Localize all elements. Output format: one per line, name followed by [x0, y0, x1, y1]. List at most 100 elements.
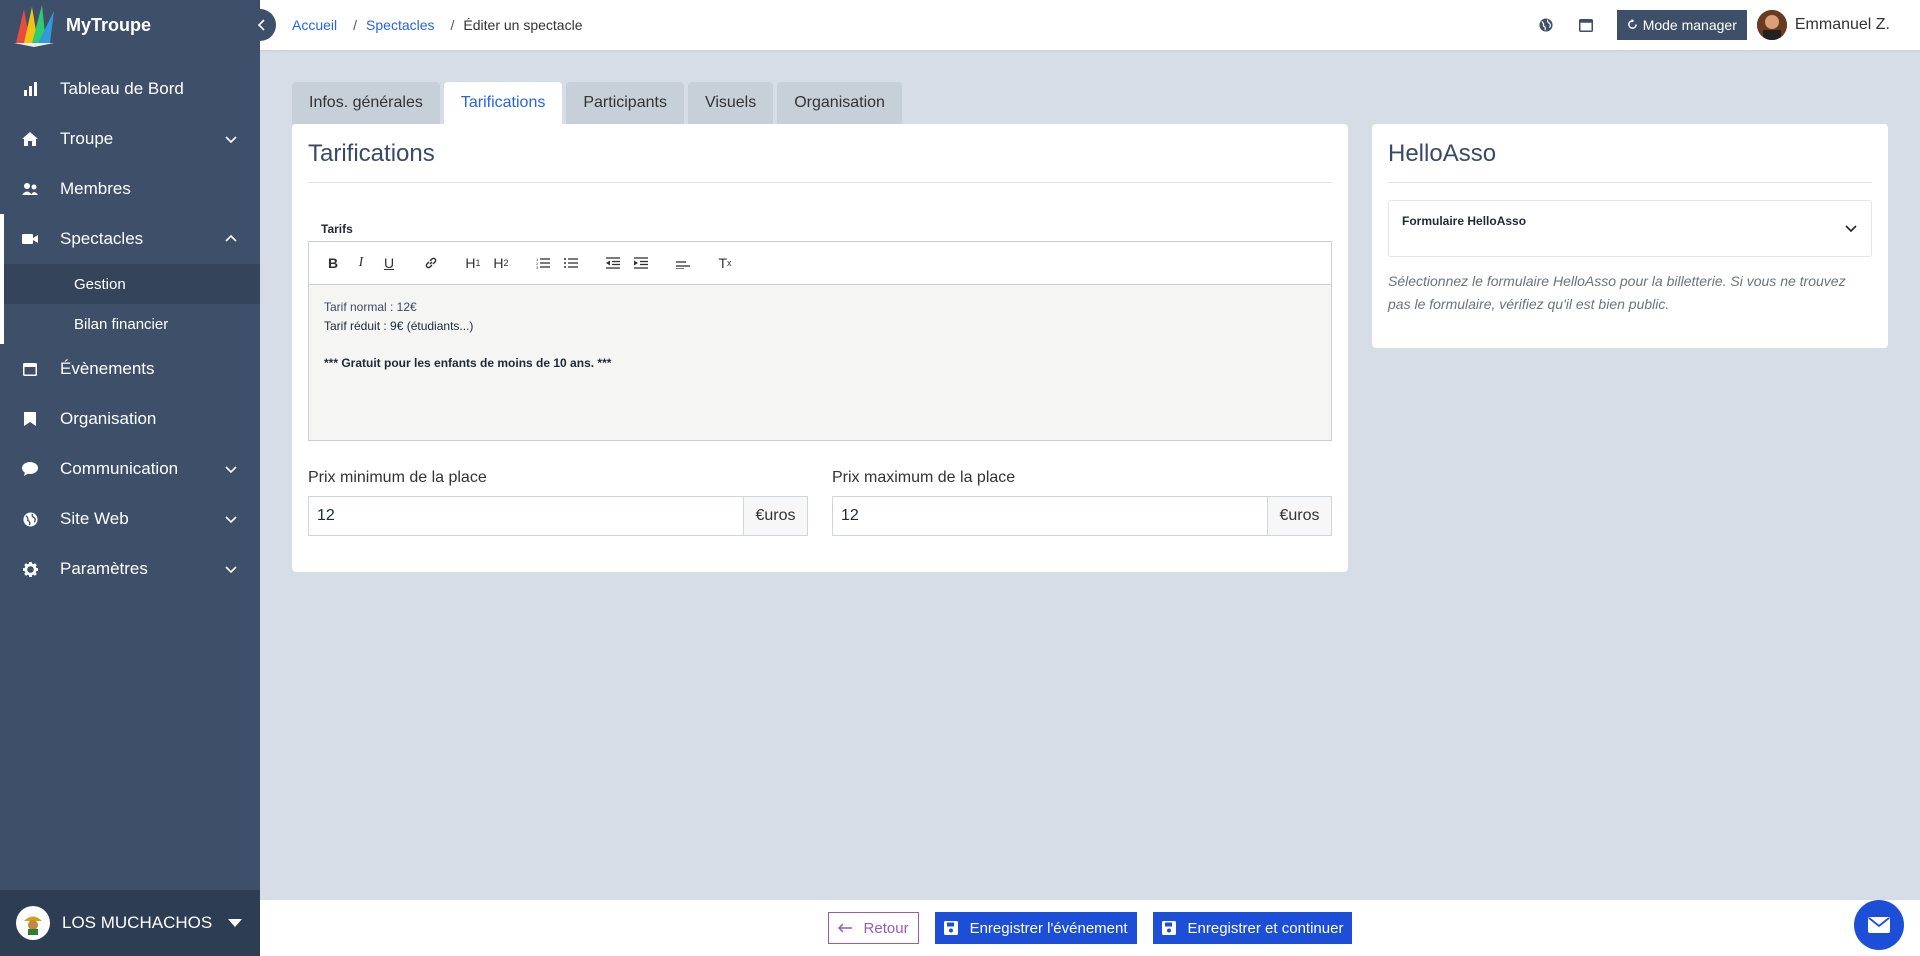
chart-bar-icon [22, 81, 38, 97]
action-bar: Retour Enregistrer l'événement Enregistr… [260, 900, 1920, 956]
sidebar-item-evenements[interactable]: Évènements [0, 344, 260, 394]
tarifs-editor: B I U H1 H2 123 Tx Tarif normal: 12€ Ta… [308, 241, 1332, 441]
organization-name: LOS MUCHACHOS [62, 913, 213, 932]
min-price-label: Prix minimum de la place [308, 469, 487, 486]
tab-tarifications[interactable]: Tarifications [443, 82, 563, 124]
tab-visuels[interactable]: Visuels [687, 82, 774, 124]
price-range-row: Prix minimum de la place 12 €uros Prix m… [308, 469, 1332, 536]
breadcrumb-current: Éditer un spectacle [463, 17, 583, 33]
sidebar-item-parametres[interactable]: Paramètres [0, 544, 260, 594]
tab-participants[interactable]: Participants [566, 82, 684, 124]
currency-suffix: €uros [743, 496, 808, 536]
save-continue-button[interactable]: Enregistrer et continuer [1152, 912, 1353, 944]
sidebar-item-troupe[interactable]: Troupe [0, 114, 260, 164]
envelope-icon [1868, 917, 1890, 933]
pricing-title: Tarifications [308, 140, 1332, 183]
video-icon [22, 231, 38, 247]
user-name[interactable]: Emmanuel Z. [1795, 16, 1890, 34]
sidebar-subitem-label: Gestion [74, 275, 126, 293]
sidebar-subitem-bilan-financier[interactable]: Bilan financier [0, 304, 260, 344]
chevron-up-icon [225, 234, 237, 242]
max-price-label: Prix maximum de la place [832, 469, 1016, 486]
tarifs-editor-content[interactable]: Tarif normal : 12€ Tarif réduit : 9€ (ét… [309, 285, 1331, 440]
tab-infos-generales[interactable]: Infos. générales [292, 82, 440, 124]
breadcrumb-home-link[interactable]: Accueil [292, 17, 337, 33]
sidebar-item-communication[interactable]: Communication [0, 444, 260, 494]
organization-avatar [16, 906, 50, 940]
chevron-left-icon [257, 19, 265, 31]
globe-icon[interactable] [1537, 16, 1555, 34]
underline-icon[interactable]: U [379, 253, 399, 273]
mode-manager-button[interactable]: Mode manager [1616, 10, 1747, 40]
organization-switcher[interactable]: LOS MUCHACHOS [0, 890, 260, 956]
max-price-input[interactable]: 12 [832, 496, 1267, 536]
mytroupe-logo [14, 5, 54, 47]
app-name: MyTroupe [66, 14, 152, 35]
bold-icon[interactable]: B [323, 253, 343, 273]
sidebar-item-label: Tableau de Bord [60, 79, 184, 98]
back-button[interactable]: Retour [827, 912, 919, 944]
chevron-down-icon [225, 136, 237, 144]
chevron-down-icon [225, 566, 237, 574]
spectacle-tabs: Infos. générales Tarifications Participa… [292, 82, 906, 124]
topbar: Accueil / Spectacles / Éditer un spectac… [260, 0, 1920, 50]
bullet-list-icon[interactable] [561, 253, 581, 273]
sidebar-subitem-label: Bilan financier [74, 315, 169, 333]
home-icon [22, 131, 38, 147]
editor-toolbar: B I U H1 H2 123 Tx [309, 242, 1331, 285]
save-continue-label: Enregistrer et continuer [1187, 919, 1344, 937]
clear-format-icon[interactable]: Tx [715, 253, 735, 273]
users-icon [22, 181, 38, 197]
sidebar-item-label: Troupe [60, 129, 114, 148]
min-price-input[interactable]: 12 [308, 496, 743, 536]
sidebar-item-organisation[interactable]: Organisation [0, 394, 260, 444]
sidebar-subitem-gestion[interactable]: Gestion [0, 264, 260, 304]
pricing-card: Tarifications Tarifs B I U H1 H2 123 T x… [292, 124, 1348, 572]
spectacles-submenu: Gestion Bilan financier [0, 264, 260, 344]
gear-icon [22, 561, 38, 577]
contact-chat-button[interactable] [1854, 900, 1904, 950]
sidebar-item-site-web[interactable]: Site Web [0, 494, 260, 544]
indent-icon[interactable] [631, 253, 651, 273]
tab-organisation[interactable]: Organisation [777, 82, 902, 124]
sidebar-item-spectacles[interactable]: Spectacles [0, 214, 260, 264]
align-left-icon[interactable] [673, 253, 693, 273]
svg-text:3: 3 [536, 265, 539, 269]
sidebar-item-label: Membres [60, 179, 131, 198]
calendar-icon [22, 361, 38, 377]
calendar-icon[interactable] [1577, 16, 1595, 34]
outdent-icon[interactable] [603, 253, 623, 273]
helloasso-help-text: Sélectionnez le formulaire HelloAsso pou… [1388, 273, 1846, 312]
brand[interactable]: MyTroupe [0, 0, 260, 50]
back-label: Retour [863, 919, 909, 937]
helloasso-card: HelloAsso Formulaire HelloAsso Sélection… [1372, 124, 1888, 348]
user-avatar[interactable] [1756, 10, 1787, 40]
editor-line: Tarif réduit : 9€ (étudiants...) [324, 319, 474, 333]
caret-down-icon [228, 919, 242, 927]
sidebar-item-label: Évènements [60, 359, 155, 378]
sidebar-item-dashboard[interactable]: Tableau de Bord [0, 64, 260, 114]
heading-1-icon[interactable]: H1 [463, 253, 483, 273]
min-price-group: Prix minimum de la place 12 €uros [308, 469, 808, 536]
helloasso-title: HelloAsso [1388, 140, 1872, 183]
sidebar-item-label: Spectacles [60, 229, 144, 248]
link-icon[interactable] [421, 253, 441, 273]
breadcrumb-spectacles-link[interactable]: Spectacles [366, 17, 434, 33]
breadcrumb-separator: / [450, 17, 455, 33]
max-price-group: Prix maximum de la place 12 €uros [832, 469, 1332, 536]
save-button[interactable]: Enregistrer l'événement [934, 912, 1137, 944]
main-nav: Tableau de Bord Troupe Membres Spectacle… [0, 64, 260, 594]
globe-icon [22, 511, 38, 527]
helloasso-form-select[interactable]: Formulaire HelloAsso [1388, 200, 1872, 257]
chevron-down-icon [1845, 225, 1857, 233]
mode-manager-label: Mode manager [1642, 17, 1737, 33]
ordered-list-icon[interactable]: 123 [533, 253, 553, 273]
italic-icon[interactable]: I [351, 253, 371, 273]
currency-suffix: €uros [1267, 496, 1332, 536]
sidebar-item-membres[interactable]: Membres [0, 164, 260, 214]
tarifs-label: Tarifs [321, 222, 353, 236]
chevron-down-icon [225, 466, 237, 474]
editor-line: *** Gratuit pour les enfants de moins de… [324, 356, 612, 370]
floppy-disk-icon [943, 921, 958, 935]
heading-2-icon[interactable]: H2 [491, 253, 511, 273]
